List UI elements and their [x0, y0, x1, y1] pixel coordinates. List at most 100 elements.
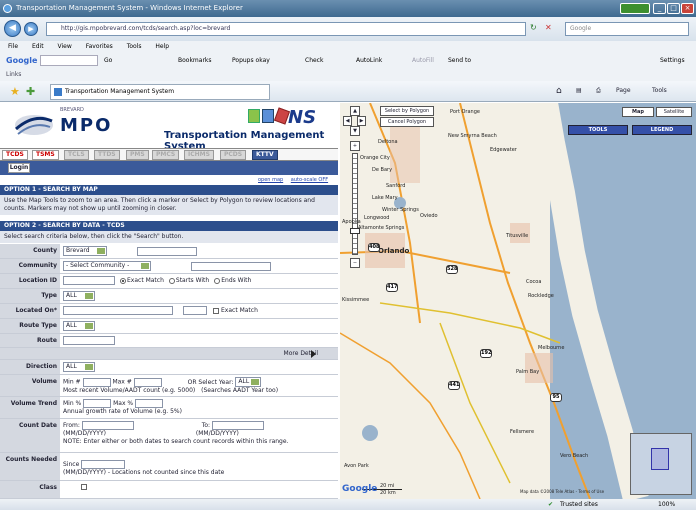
- login-button[interactable]: Login: [8, 163, 30, 173]
- favorites-star-icon[interactable]: ★: [10, 85, 20, 98]
- menu-tools[interactable]: Tools: [127, 43, 142, 50]
- type-row: Type ALL: [0, 289, 338, 304]
- trend-max-label: Max %: [113, 400, 134, 407]
- starts-with-radio[interactable]: [168, 277, 175, 284]
- located-on-extra-input[interactable]: [183, 306, 207, 315]
- nav-tcls[interactable]: TCLS: [64, 150, 89, 160]
- send-to-button[interactable]: Send to: [448, 53, 471, 68]
- class-checkbox[interactable]: [81, 483, 87, 490]
- search-input[interactable]: Google: [565, 22, 689, 36]
- pan-right-button[interactable]: ▶: [357, 116, 366, 126]
- map-panel[interactable]: ▲ ◀ ▶ ▼ + − Select by Polygon Cancel Pol…: [340, 103, 696, 499]
- menu-favorites[interactable]: Favorites: [86, 43, 113, 50]
- volume-max-input[interactable]: [133, 377, 162, 387]
- zoom-out-button[interactable]: −: [350, 258, 360, 268]
- links-label[interactable]: Links: [6, 71, 21, 78]
- nav-kttv[interactable]: KTTV: [252, 150, 278, 160]
- autofill-button[interactable]: AutoFill: [412, 53, 434, 68]
- nav-pms[interactable]: PMS: [126, 150, 149, 160]
- trend-max-input[interactable]: [135, 399, 164, 408]
- popups-button[interactable]: Popups okay: [232, 53, 270, 68]
- overview-viewport[interactable]: [651, 448, 669, 470]
- pan-down-button[interactable]: ▼: [350, 126, 360, 136]
- minimize-button[interactable]: _: [653, 3, 666, 14]
- tab-tms[interactable]: Transportation Management System: [50, 84, 270, 100]
- place-label: Fellsmere: [510, 429, 535, 435]
- help-icon[interactable]: [248, 109, 260, 123]
- satellite-type-button[interactable]: Satellite: [656, 107, 692, 117]
- route-type-select[interactable]: ALL: [63, 321, 95, 331]
- since-date-input[interactable]: [81, 460, 126, 469]
- community-select[interactable]: - Select Community -: [63, 261, 151, 271]
- stop-icon[interactable]: ✕: [545, 23, 552, 32]
- nav-ichms[interactable]: ICHMS: [184, 150, 214, 160]
- address-bar[interactable]: http://gis.mpobrevard.com/tcds/search.as…: [46, 22, 526, 36]
- check-button[interactable]: Check: [305, 53, 323, 68]
- maximize-button[interactable]: □: [667, 3, 680, 14]
- zoom-in-button[interactable]: +: [350, 141, 360, 151]
- google-search-input[interactable]: [40, 55, 98, 66]
- county-extra-input[interactable]: [137, 246, 197, 256]
- tools-menu[interactable]: Tools: [652, 85, 667, 97]
- page-menu[interactable]: Page: [616, 85, 631, 97]
- nav-pcds[interactable]: PCDS: [220, 150, 247, 160]
- cancel-polygon-button[interactable]: Cancel Polygon: [380, 117, 434, 127]
- community-extra-input[interactable]: [191, 261, 271, 271]
- from-date-input[interactable]: [81, 421, 134, 430]
- bookmarks-button[interactable]: Bookmarks: [178, 53, 212, 68]
- autolink-button[interactable]: AutoLink: [356, 53, 382, 68]
- document-icon[interactable]: [262, 109, 274, 123]
- print-icon[interactable]: ⎙: [596, 85, 601, 97]
- to-date-format: (MM/DD/YYYY): [195, 430, 239, 437]
- county-label: County: [0, 244, 60, 258]
- open-map-link[interactable]: open map: [258, 177, 283, 183]
- legend-bar[interactable]: LEGEND: [632, 125, 692, 135]
- more-detail-row[interactable]: More Detail: [0, 348, 338, 360]
- direction-select[interactable]: ALL: [63, 362, 95, 372]
- volume-min-input[interactable]: [82, 377, 111, 387]
- route-input[interactable]: [63, 336, 115, 345]
- menu-edit[interactable]: Edit: [32, 43, 44, 50]
- to-date-input[interactable]: [212, 421, 264, 430]
- feeds-icon[interactable]: ▤: [576, 85, 582, 97]
- type-select[interactable]: ALL: [63, 291, 95, 301]
- home-icon[interactable]: ⌂: [556, 85, 562, 97]
- located-on-input[interactable]: [63, 306, 173, 315]
- pan-left-button[interactable]: ◀: [343, 116, 352, 126]
- close-button[interactable]: ×: [681, 3, 694, 14]
- map-type-button[interactable]: Map: [622, 107, 654, 117]
- refresh-icon[interactable]: ↻: [530, 23, 537, 32]
- located-exact-checkbox[interactable]: [213, 307, 219, 314]
- login-bar: Login: [0, 161, 338, 175]
- menu-view[interactable]: View: [58, 43, 72, 50]
- select-polygon-button[interactable]: Select by Polygon: [380, 106, 434, 116]
- overview-map[interactable]: [630, 433, 692, 495]
- settings-button[interactable]: Settings: [660, 53, 685, 68]
- menu-help[interactable]: Help: [155, 43, 169, 50]
- tab-row: ★ ✚ Transportation Management System ⌂ ▤…: [0, 81, 696, 102]
- route-shield: 95: [550, 393, 562, 402]
- ends-with-radio[interactable]: [214, 277, 221, 284]
- zoom-slider[interactable]: [352, 153, 358, 255]
- add-favorite-icon[interactable]: ✚: [26, 85, 35, 98]
- forward-button[interactable]: ▶: [24, 22, 38, 36]
- nav-tsms[interactable]: TSMS: [32, 150, 59, 160]
- exact-match-label: Exact Match: [127, 277, 164, 284]
- volume-year-select[interactable]: ALL: [235, 377, 262, 387]
- menu-file[interactable]: File: [8, 43, 18, 50]
- expand-arrow-icon[interactable]: [311, 350, 316, 358]
- auto-scale-link[interactable]: auto-scale OFF: [291, 177, 328, 183]
- exact-match-radio[interactable]: [120, 277, 126, 284]
- zoom-level[interactable]: 100%: [658, 499, 675, 510]
- pan-up-button[interactable]: ▲: [350, 106, 360, 116]
- tools-bar[interactable]: TOOLS: [568, 125, 628, 135]
- location-id-input[interactable]: [63, 276, 115, 285]
- go-button[interactable]: Go: [104, 53, 112, 68]
- nav-pmcs[interactable]: PMCS: [152, 150, 180, 160]
- back-button[interactable]: ◀: [4, 20, 21, 37]
- links-bar: Links: [0, 68, 696, 81]
- nav-tcds[interactable]: TCDS: [2, 150, 28, 160]
- county-select[interactable]: Brevard: [63, 246, 107, 256]
- trend-min-input[interactable]: [83, 399, 112, 408]
- nav-ttds[interactable]: TTDS: [94, 150, 120, 160]
